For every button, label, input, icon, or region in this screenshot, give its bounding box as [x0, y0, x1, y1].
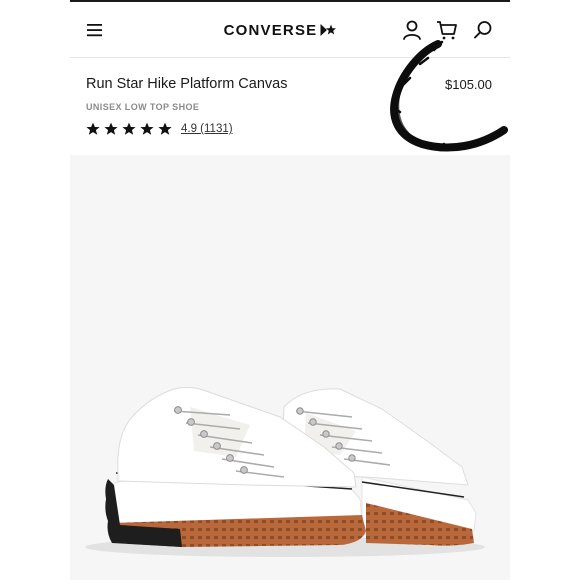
- star-icon: [140, 122, 154, 135]
- rating-reviews-link[interactable]: 4.9 (1131): [181, 123, 233, 135]
- product-name: Run Star Hike Platform Canvas: [86, 76, 288, 92]
- star-icon: [104, 122, 118, 135]
- product-rating: 4.9 (1131): [86, 122, 233, 136]
- brand-name: CONVERSE: [223, 21, 318, 39]
- product-category: UNISEX LOW TOP SHOE: [86, 102, 200, 112]
- product-image[interactable]: [70, 155, 510, 580]
- star-icon: [158, 122, 172, 135]
- converse-logo[interactable]: CONVERSE: [220, 18, 340, 42]
- star-icon: [122, 122, 136, 135]
- star-chevron-icon: [320, 24, 337, 36]
- menu-icon[interactable]: [86, 20, 104, 40]
- sneaker-pair-image: [85, 386, 485, 557]
- hand-drawn-scribble: [390, 40, 508, 152]
- rating-stars: [86, 122, 172, 136]
- star-icon: [86, 122, 100, 135]
